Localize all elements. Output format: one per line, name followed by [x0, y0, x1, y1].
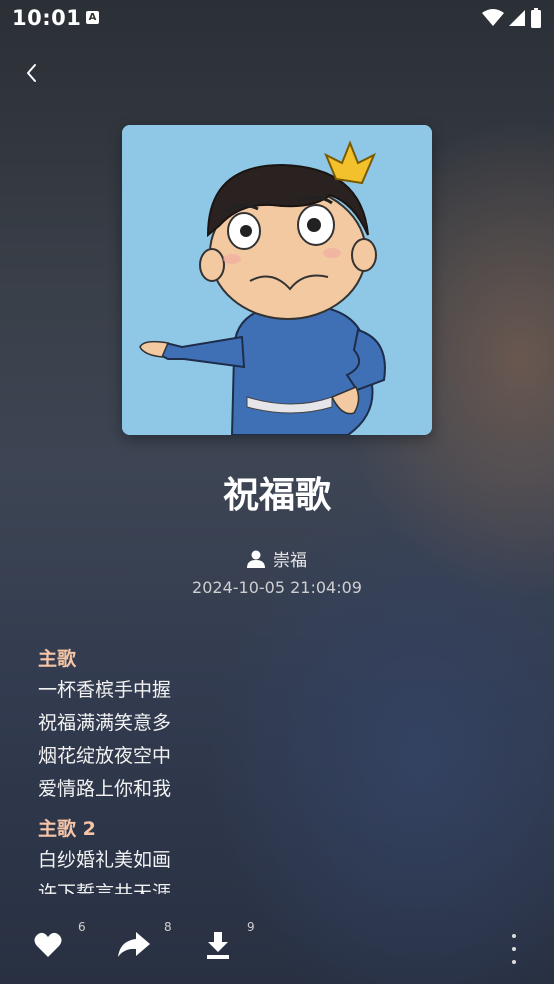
status-time: 10:01: [12, 6, 82, 30]
lyric-section-title: 主歌: [38, 648, 77, 670]
share-count: 8: [164, 920, 172, 934]
lyric-line: 烟花绽放夜空中: [38, 745, 172, 767]
status-bar: 10:01 A: [0, 0, 554, 36]
signal-icon: [509, 10, 525, 26]
lyric-line: 祝福满满笑意多: [38, 712, 172, 734]
back-button[interactable]: [16, 58, 46, 88]
song-title: 祝福歌: [222, 475, 331, 516]
download-button[interactable]: 9: [205, 920, 255, 974]
more-options-button[interactable]: [508, 934, 520, 964]
lyric-line: 白纱婚礼美如画: [38, 849, 172, 871]
lyric-section: 主歌 一杯香槟手中握 祝福满满笑意多 烟花绽放夜空中 爱情路上你和我: [38, 644, 518, 806]
lyric-line: 一杯香槟手中握: [38, 679, 172, 701]
cover-illustration: [122, 125, 432, 435]
chevron-left-icon: [27, 64, 36, 82]
battery-icon: [531, 8, 541, 28]
lyrics-panel[interactable]: 主歌 一杯香槟手中握 祝福满满笑意多 烟花绽放夜空中 爱情路上你和我 主歌 2 …: [38, 644, 518, 894]
system-icons: [482, 8, 542, 28]
share-icon: [118, 932, 150, 957]
like-button[interactable]: 6: [34, 920, 86, 974]
bottom-action-bar: 6 8 9: [0, 910, 554, 984]
lyric-section: 主歌 2 白纱婚礼美如画 许下誓言共天涯: [38, 814, 518, 894]
wifi-icon: [482, 9, 504, 26]
share-button[interactable]: 8: [118, 920, 172, 974]
heart-icon: [34, 932, 62, 957]
album-cover: [122, 125, 432, 435]
download-icon: [207, 932, 229, 959]
person-icon: [247, 550, 265, 568]
lyric-section-title: 主歌 2: [38, 818, 96, 840]
author-row[interactable]: 崇福: [0, 546, 554, 571]
like-count: 6: [78, 920, 86, 934]
publish-date: 2024-10-05 21:04:09: [192, 578, 362, 597]
lyric-line: 爱情路上你和我: [38, 778, 172, 800]
lyric-line: 许下誓言共天涯: [38, 882, 172, 894]
author-name: 崇福: [273, 551, 307, 571]
notification-icon: A: [86, 11, 99, 24]
more-vertical-icon: [512, 934, 516, 938]
download-count: 9: [247, 920, 255, 934]
